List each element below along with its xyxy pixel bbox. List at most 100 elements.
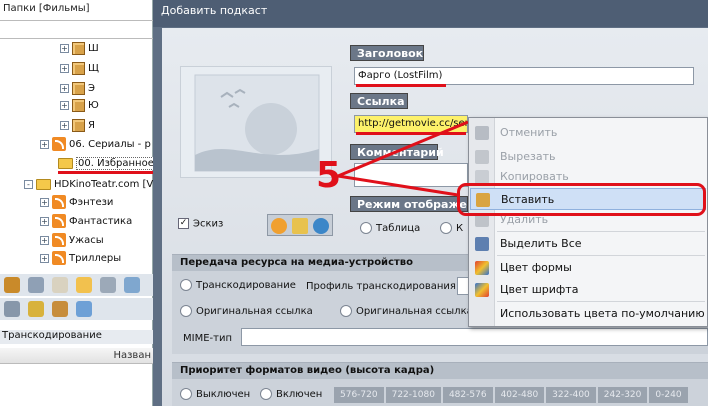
resolution-button[interactable]: 576-720 [334, 387, 384, 403]
flash-icon[interactable] [271, 218, 287, 234]
expand-icon[interactable]: + [60, 120, 69, 130]
document-icon[interactable] [52, 277, 68, 293]
tree-item[interactable]: - HDKinoTeatr.com [V [0, 175, 153, 195]
menu-item-label: Отменить [500, 126, 558, 139]
resolution-button[interactable]: 322-400 [546, 387, 596, 403]
tree-item[interactable]: + Я [0, 116, 153, 136]
table-radio-label: Таблица [376, 223, 421, 234]
menu-separator [497, 231, 705, 232]
key-icon[interactable] [28, 301, 44, 317]
globe-icon[interactable] [313, 218, 329, 234]
checkbox-checked-icon[interactable]: ✓ [178, 218, 189, 229]
form-color-icon [475, 261, 489, 275]
expand-icon[interactable]: + [60, 83, 69, 93]
menu-item-font-color[interactable]: Цвет шрифта [470, 279, 706, 301]
box-icon [72, 81, 85, 95]
radio-icon[interactable] [180, 279, 192, 291]
expand-icon[interactable]: + [40, 197, 49, 207]
media-icon[interactable] [76, 301, 92, 317]
priority-on-radio[interactable]: Включен [260, 388, 322, 400]
users-icon[interactable] [52, 301, 68, 317]
transcoding-panel-header: Транскодирование [0, 330, 153, 344]
expand-icon[interactable]: + [60, 63, 69, 73]
resolution-button[interactable]: 402-480 [494, 387, 545, 403]
title-field[interactable]: Фарго (LostFilm) [354, 67, 694, 85]
grid-icon[interactable] [100, 277, 116, 293]
list-icon[interactable] [28, 277, 44, 293]
link-section-label: Ссылка [350, 93, 408, 109]
display-mode-label: Режим отображе [350, 196, 468, 212]
table-radio[interactable]: Таблица [360, 222, 420, 234]
menu-item-label: Выделить Все [500, 237, 582, 250]
priority-off-radio[interactable]: Выключен [180, 388, 250, 400]
menu-item-label: Вырезать [500, 150, 556, 163]
expand-icon[interactable]: + [40, 139, 49, 149]
tree-item[interactable]: + Фантастика [0, 212, 153, 232]
expand-icon[interactable]: + [60, 100, 69, 110]
gear-icon[interactable] [4, 301, 20, 317]
resolution-button[interactable]: 242-320 [597, 387, 648, 403]
tree-item[interactable]: + Ш [0, 39, 153, 59]
toolbar-row-2 [0, 298, 153, 320]
paste-highlight-annotation [457, 183, 706, 216]
box-icon [72, 61, 85, 75]
radio-icon[interactable] [180, 305, 192, 317]
original-link-label: Оригинальная ссылка [356, 306, 473, 317]
tree-item[interactable]: +06. Сериалы - р [0, 135, 153, 155]
box-icon [72, 41, 85, 55]
resolution-button[interactable]: 722-1080 [385, 387, 441, 403]
name-column-header[interactable]: Назван [0, 348, 153, 364]
menu-item-label: Использовать цвета по-умолчанию [500, 307, 705, 320]
mime-type-field[interactable] [241, 328, 708, 346]
expand-icon[interactable]: + [60, 43, 69, 53]
radio-icon[interactable] [360, 222, 372, 234]
k-radio[interactable]: К [440, 222, 463, 234]
original-link-radio-2[interactable]: Оригинальная ссылка [340, 305, 473, 317]
folder-rss-icon [36, 178, 51, 190]
expand-icon[interactable]: + [40, 235, 49, 245]
menu-separator [497, 255, 705, 256]
menu-item-undo[interactable]: Отменить [470, 122, 706, 144]
original-link-radio-1[interactable]: Оригинальная ссылка [180, 305, 313, 317]
menu-item-select-all[interactable]: Выделить Все [470, 233, 706, 255]
expand-icon[interactable]: - [24, 179, 33, 189]
link-field[interactable]: http://getmovie.cc/serial/23280/fargo-2b… [354, 115, 468, 133]
radio-icon[interactable] [340, 305, 352, 317]
tree-item[interactable]: + Ю [0, 96, 153, 116]
menu-item-form-color[interactable]: Цвет формы [470, 257, 706, 279]
comment-field[interactable] [354, 163, 468, 187]
tree-item[interactable]: + Щ [0, 59, 153, 79]
tree-item[interactable]: + Ужасы [0, 231, 153, 251]
sketch-label: Эскиз [193, 218, 224, 230]
settings-icon[interactable] [4, 277, 20, 293]
toolbar-row-1 [0, 274, 153, 296]
menu-item-label: Цвет формы [500, 261, 572, 274]
sketch-checkbox[interactable]: ✓ Эскиз [178, 218, 223, 230]
copy-icon [475, 170, 489, 184]
weather-icon[interactable] [76, 277, 92, 293]
resolution-button[interactable]: 0-240 [649, 387, 688, 403]
folder-rss-icon [58, 157, 73, 169]
expand-icon[interactable]: + [40, 253, 49, 263]
globe-icon[interactable] [124, 277, 140, 293]
podcast-thumbnail[interactable] [180, 66, 332, 178]
resolution-button[interactable]: 482-576 [442, 387, 493, 403]
tree-item-label: Ужасы [69, 235, 104, 246]
open-folder-icon[interactable] [292, 218, 308, 234]
radio-icon[interactable] [440, 222, 452, 234]
tree-item-selected[interactable]: 00. Избранное [0, 154, 156, 172]
expand-icon[interactable]: + [40, 216, 49, 226]
tree-item-label: 00. Избранное [76, 157, 156, 170]
menu-item-default-colors[interactable]: Использовать цвета по-умолчанию [470, 303, 706, 325]
tree-item[interactable]: + Фэнтези [0, 193, 153, 213]
rss-icon [52, 251, 66, 265]
dialog-title: Добавить подкаст [153, 0, 708, 27]
tree-item-label: Ш [88, 43, 99, 54]
menu-item-cut[interactable]: Вырезать [470, 146, 706, 168]
priority-off-label: Выключен [196, 389, 251, 400]
radio-icon[interactable] [260, 388, 272, 400]
tree-item[interactable]: + Триллеры [0, 249, 153, 269]
transcoding-radio[interactable]: Транскодирование [180, 279, 296, 291]
radio-icon[interactable] [180, 388, 192, 400]
box-icon [72, 98, 85, 112]
